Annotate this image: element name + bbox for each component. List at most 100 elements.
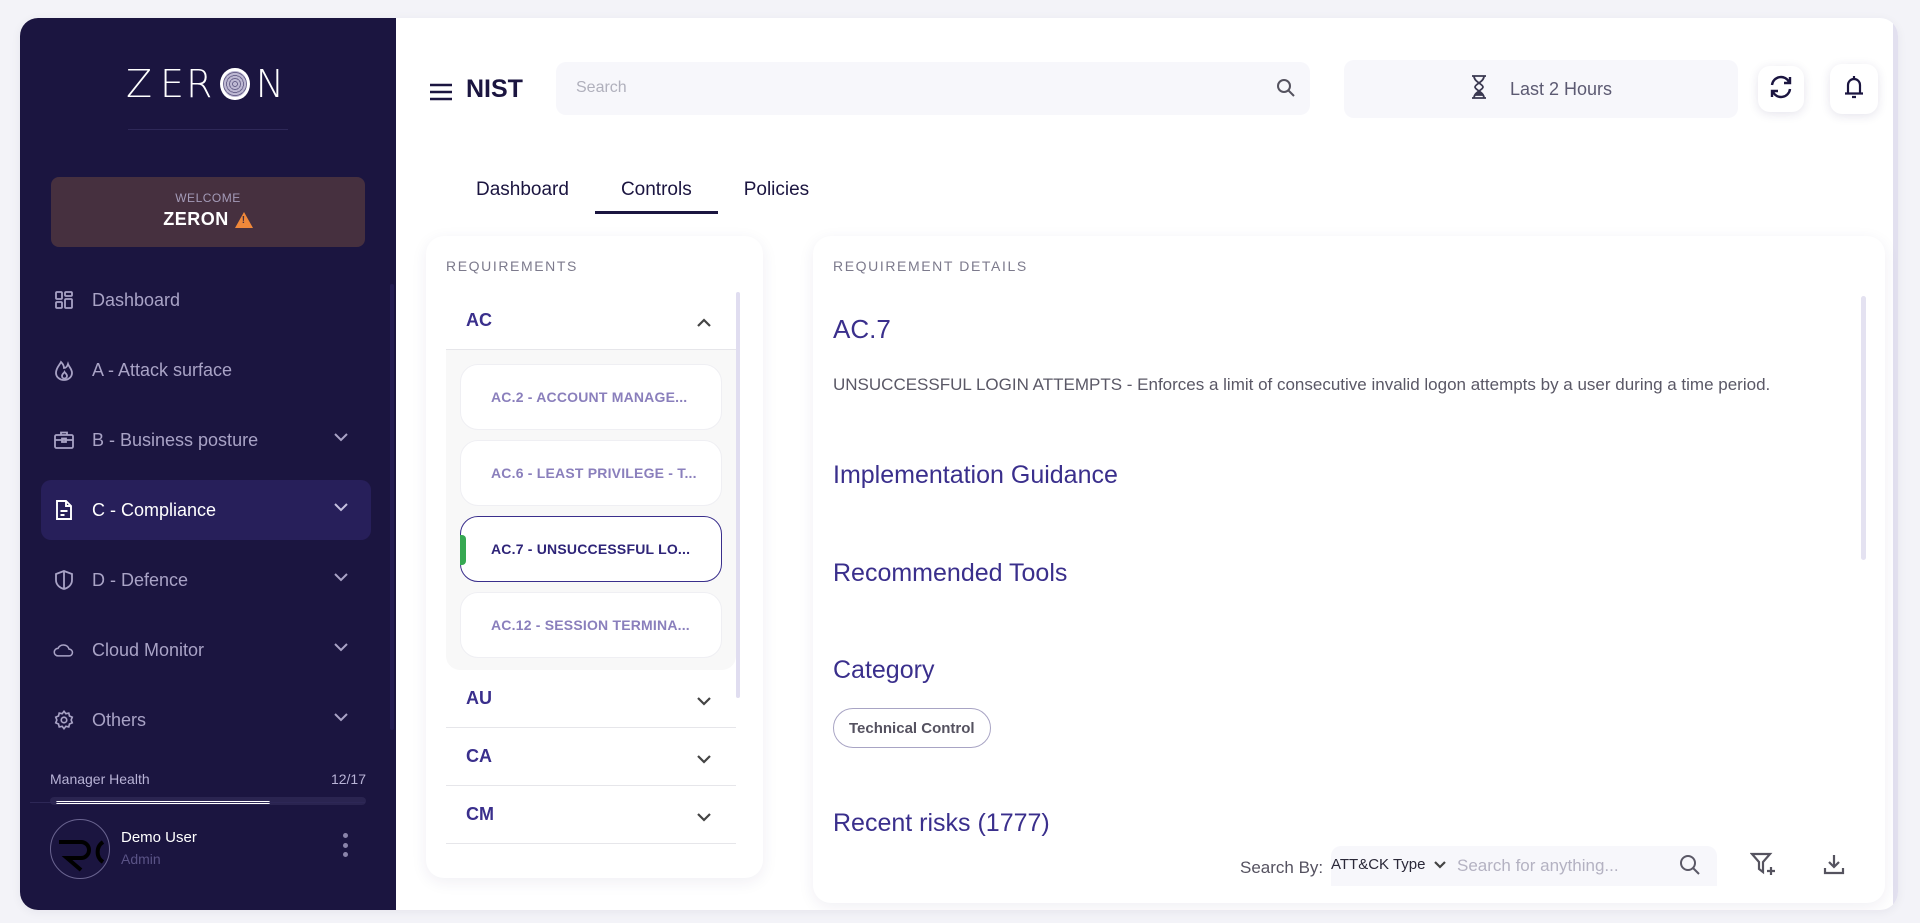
requirement-description: UNSUCCESSFUL LOGIN ATTEMPTS - Enforces a… [833,375,1771,394]
chevron-up-icon [696,312,712,333]
time-range-label: Last 2 Hours [1509,78,1613,99]
risk-search-input[interactable] [1457,856,1667,876]
group-label: CA [466,746,492,766]
user-name: Demo User [121,829,197,846]
sidebar-item-business-posture[interactable]: B - Business posture [41,410,371,470]
logo-text: Z [126,62,155,106]
time-range-button[interactable]: Last 2 Hours [1344,60,1738,118]
category-chip-label: Technical Control [849,719,975,737]
search-icon[interactable] [1276,78,1296,103]
tab-bar: Dashboard Controls Policies [450,176,835,214]
chevron-down-icon [333,502,349,512]
chevron-down-icon [333,642,349,652]
recent-risks-heading: Recent risks (1777) [833,809,1050,837]
group-au[interactable]: AU [446,670,736,728]
chevron-down-icon [696,690,712,711]
group-label: AU [466,688,492,708]
refresh-button[interactable] [1758,66,1804,112]
implementation-guidance-heading: Implementation Guidance [833,461,1118,489]
group-cm[interactable]: CM [446,786,736,844]
chevron-down-icon [696,806,712,827]
notifications-button[interactable] [1830,64,1878,114]
fingerprint-icon [220,68,250,100]
chevron-down-icon [696,748,712,769]
requirements-panel: REQUIREMENTS AC AC.2 - ACCOUNT MANAGE...… [426,236,763,878]
gear-icon [53,709,75,731]
search-by-label: Search By: [1240,858,1324,877]
more-options-icon[interactable] [343,833,349,857]
sidebar-item-dashboard[interactable]: Dashboard [41,270,371,330]
page-scrollbar[interactable] [1893,18,1898,910]
selected-marker [460,535,466,565]
menu-icon[interactable] [429,80,453,104]
divider [128,129,288,130]
org-name: ZERON [163,209,229,229]
warning-icon [234,211,253,228]
requirements-scrollbar[interactable] [736,292,740,698]
flame-icon [53,359,75,381]
chevron-down-icon [333,432,349,442]
sidebar-item-label: Others [92,709,147,730]
sidebar-item-defence[interactable]: D - Defence [41,550,371,610]
filter-plus-icon [1749,851,1778,882]
sidebar-item-label: Cloud Monitor [92,639,205,660]
health-progress-bar [50,797,366,805]
chevron-down-icon [333,572,349,582]
search-icon[interactable] [1679,854,1701,881]
details-scrollbar[interactable] [1861,296,1866,560]
briefcase-icon [53,429,75,451]
recommended-tools-heading: Recommended Tools [833,559,1068,587]
add-filter-button[interactable] [1748,850,1780,882]
user-role: Admin [121,851,161,867]
requirement-item-selected[interactable]: AC.7 - UNSUCCESSFUL LO... [460,516,722,582]
sidebar-item-label: D - Defence [92,569,189,590]
cloud-icon [53,639,75,661]
shield-icon [53,569,75,591]
group-label: AC [466,310,492,330]
sidebar-nav: Dashboard A - Attack surface B - Busines… [41,270,371,760]
tab-policies[interactable]: Policies [718,176,835,214]
document-icon [53,499,75,521]
panel-heading: REQUIREMENTS [446,258,578,274]
panel-heading: REQUIREMENT DETAILS [833,258,1028,274]
logo-text: N [255,62,286,106]
requirement-label: AC.2 - ACCOUNT MANAGE... [491,389,688,405]
sidebar-item-cloud-monitor[interactable]: Cloud Monitor [41,620,371,680]
requirement-item[interactable]: AC.12 - SESSION TERMINA... [460,592,722,658]
sidebar-item-others[interactable]: Others [41,690,371,750]
requirement-item[interactable]: AC.2 - ACCOUNT MANAGE... [460,364,722,430]
search-input[interactable] [576,76,1236,100]
page-title: NIST [466,75,523,103]
welcome-label: WELCOME [175,191,241,205]
requirement-label: AC.12 - SESSION TERMINA... [491,617,690,633]
category-chip: Technical Control [833,708,991,748]
sidebar-item-compliance[interactable]: C - Compliance [41,480,371,540]
download-icon [1822,852,1846,881]
logo-text: ER [160,62,215,106]
requirements-list: AC AC.2 - ACCOUNT MANAGE... AC.6 - LEAST… [446,292,736,844]
sidebar-item-attack-surface[interactable]: A - Attack surface [41,340,371,400]
welcome-name: ZERON [51,209,365,230]
group-label: CM [466,804,494,824]
requirement-details-panel: REQUIREMENT DETAILS AC.7 UNSUCCESSFUL LO… [813,236,1885,903]
health-label: Manager Health [50,771,150,787]
sidebar-scrollbar[interactable] [390,284,394,730]
download-button[interactable] [1818,850,1850,882]
requirement-label: AC.6 - LEAST PRIVILEGE - T... [491,465,697,481]
tab-dashboard[interactable]: Dashboard [450,176,595,214]
dashboard-icon [53,289,75,311]
tab-controls[interactable]: Controls [594,176,718,214]
global-search [556,62,1310,115]
hourglass-icon [1470,74,1488,105]
health-value: 12/17 [330,771,366,787]
requirement-item[interactable]: AC.6 - LEAST PRIVILEGE - T... [460,440,722,506]
search-by-select[interactable]: ATT&CK Type [1331,856,1447,873]
category-heading: Category [833,656,935,684]
avatar [50,819,110,879]
group-ac[interactable]: AC [446,292,736,350]
requirement-label: AC.7 - UNSUCCESSFUL LO... [491,541,691,557]
user-profile[interactable]: Demo User Admin [50,819,366,881]
group-ca[interactable]: CA [446,728,736,786]
app-window: Z ER N WELCOME ZERON Dashboard [20,18,1898,910]
chevron-down-icon [333,712,349,722]
